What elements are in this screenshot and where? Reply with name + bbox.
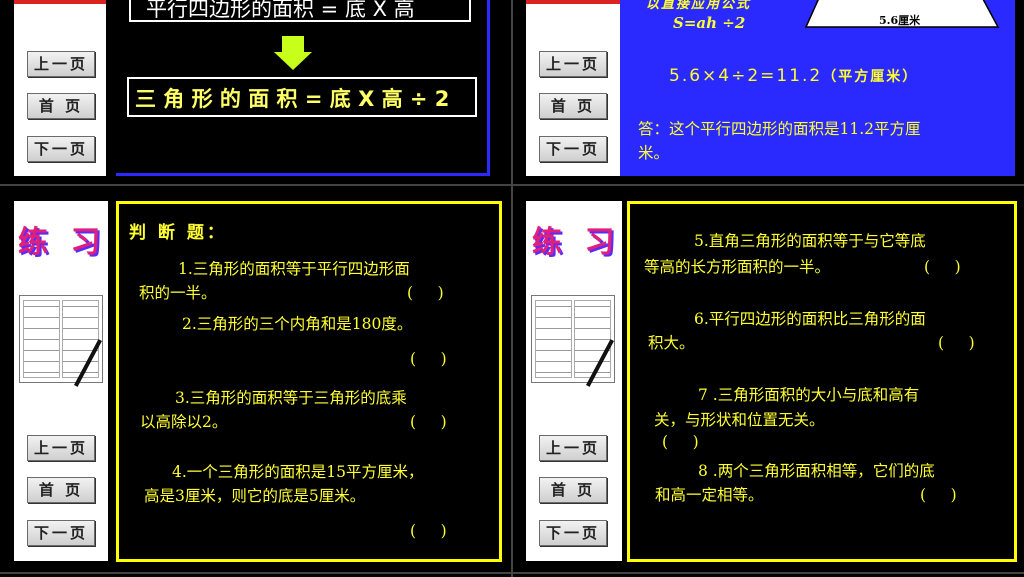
slide-quiz-2: 练 习 上一页 首 页 下一页 5.直角三角形的面积等于与它等底 等高的长方形面…	[514, 187, 1024, 571]
quiz-title: 判 断 题：	[129, 223, 227, 243]
home-button[interactable]: 首 页	[539, 477, 607, 503]
answer-blank-4[interactable]: ( )	[410, 522, 447, 540]
calculation: 5.6×4÷2=11.2（平方厘米）	[669, 66, 918, 86]
answer-blank-1[interactable]: ( )	[407, 284, 444, 302]
answer-blank-8[interactable]: ( )	[920, 486, 957, 504]
formula-note: 以直接应用公式	[646, 0, 752, 12]
answer-line-1: 答：这个平行四边形的面积是11.2平方厘	[638, 120, 921, 138]
practice-logo: 练 习	[532, 225, 621, 260]
question-3-line-1: 3.三角形的面积等于三角形的底乘	[175, 389, 407, 407]
home-button[interactable]: 首 页	[539, 93, 607, 119]
question-1-line-1: 1.三角形的面积等于平行四边形面	[178, 260, 410, 278]
book-left-page	[23, 300, 60, 378]
book-icon	[531, 295, 615, 383]
next-page-button[interactable]: 下一页	[27, 520, 95, 546]
book-right-page	[62, 300, 99, 378]
question-3-line-2: 以高除以2。	[140, 413, 228, 431]
down-arrow-icon	[282, 36, 304, 52]
prev-page-button[interactable]: 上一页	[27, 435, 95, 461]
next-page-button[interactable]: 下一页	[539, 520, 607, 546]
calculation-expression: 5.6×4÷2=11.2	[669, 66, 823, 86]
base-dimension-label: 5.6厘米	[879, 14, 921, 27]
answer-blank-6[interactable]: ( )	[938, 334, 975, 352]
divider-vertical	[511, 0, 513, 577]
question-1-line-2: 积的一半。	[139, 284, 217, 302]
question-8-line-1: 8 .两个三角形面积相等，它们的底	[698, 462, 935, 480]
next-page-button[interactable]: 下一页	[539, 136, 607, 162]
practice-logo: 练 习	[18, 225, 107, 260]
next-page-button[interactable]: 下一页	[27, 136, 95, 162]
question-2: 2.三角形的三个内角和是180度。	[182, 315, 413, 333]
area-formula: S=ah ÷2	[673, 14, 746, 32]
book-right-page	[574, 300, 611, 378]
home-button[interactable]: 首 页	[27, 93, 95, 119]
question-5-line-2: 等高的长方形面积的一半。	[644, 258, 831, 276]
answer-blank-2[interactable]: ( )	[410, 350, 447, 368]
sidebar-header	[14, 0, 106, 4]
prev-page-button[interactable]: 上一页	[539, 435, 607, 461]
question-7-line-1: 7 .三角形面积的大小与底和高有	[698, 386, 920, 404]
question-6-line-1: 6.平行四边形的面积比三角形的面	[694, 310, 926, 328]
home-button[interactable]: 首 页	[27, 477, 95, 503]
slide-answer: 上一页 首 页 下一页 5.6厘米 以直接应用公式 S=ah ÷2 5.6×4÷…	[514, 0, 1024, 183]
answer-blank-3[interactable]: ( )	[410, 413, 447, 431]
question-6-line-2: 积大。	[648, 334, 695, 352]
book-left-page	[535, 300, 572, 378]
prev-page-button[interactable]: 上一页	[27, 51, 95, 77]
answer-blank-5[interactable]: ( )	[924, 258, 961, 276]
question-4-line-2: 高是3厘米，则它的底是5厘米。	[144, 487, 366, 505]
divider-horizontal	[0, 184, 1024, 186]
slide-formula: 上一页 首 页 下一页 平行四边形的面积 = 底 X 高 三 角 形 的 面 积…	[0, 0, 510, 183]
triangle-area-formula: 三 角 形 的 面 积 = 底 X 高 ÷ 2	[135, 87, 450, 111]
parallelogram-area-formula: 平行四边形的面积 = 底 X 高	[146, 0, 415, 21]
question-7-line-2: 关，与形状和位置无关。	[654, 411, 825, 429]
question-8-line-2: 和高一定相等。	[655, 486, 764, 504]
calculation-unit: （平方厘米）	[822, 69, 919, 85]
question-4-line-1: 4.一个三角形的面积是15平方厘米，	[172, 463, 424, 481]
answer-line-2: 米。	[638, 144, 670, 162]
divider-horizontal-bottom	[0, 572, 1024, 574]
answer-blank-7[interactable]: ( )	[662, 433, 699, 451]
slide-quiz-1: 练 习 上一页 首 页 下一页 判 断 题： 1.三角形的面积等于平行四边形面 …	[0, 187, 510, 571]
sidebar-header	[526, 0, 620, 4]
book-icon	[19, 295, 103, 383]
question-5-line-1: 5.直角三角形的面积等于与它等底	[694, 232, 926, 250]
down-arrow-head	[274, 52, 312, 70]
prev-page-button[interactable]: 上一页	[539, 51, 607, 77]
